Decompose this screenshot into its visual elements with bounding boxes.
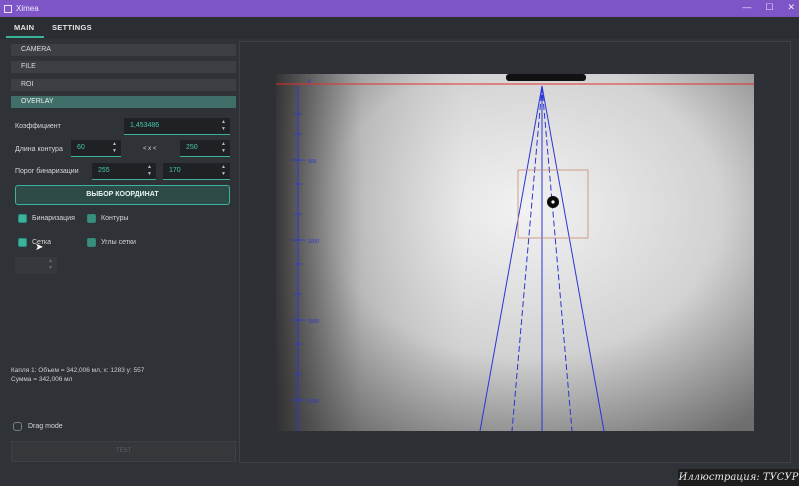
spin-arrows-icon[interactable]: ▲ ▼ (221, 164, 227, 178)
bin-max-field[interactable]: 170 ▲ ▼ (163, 163, 230, 180)
watermark: Иллюстрация: ТУСУР (678, 469, 799, 486)
section-file[interactable]: FILE (11, 61, 236, 73)
ruler-label-500: 500 (308, 159, 317, 165)
coef-value: 1,453486 (130, 122, 160, 129)
spin-arrows-icon[interactable]: ▲ ▼ (112, 141, 118, 155)
left-panel: CAMERA FILE ROI OVERLAY Коэффициент 1,45… (0, 39, 242, 469)
tab-bar: MAIN SETTINGS (0, 17, 799, 39)
mouse-cursor-icon: ➤ (35, 242, 44, 253)
spin-arrows-icon[interactable]: ▲ ▼ (221, 119, 227, 133)
image-vignette (276, 74, 754, 431)
camera-overlay-svg: 0 500 1000 1500 2000 (276, 74, 754, 431)
app-icon (4, 4, 12, 13)
needle-tip (506, 74, 586, 81)
droplet-info: Капля 1: Объем = 342,006 мл, x: 1283 y: … (11, 367, 145, 374)
bin-label: Порог бинаризации (15, 168, 79, 175)
ruler-label-1500: 1500 (308, 319, 319, 325)
contours-checkbox[interactable] (87, 214, 96, 223)
binarization-label: Бинаризация (32, 215, 75, 222)
grid-checkbox[interactable] (18, 238, 27, 247)
grid-corners-checkbox[interactable] (87, 238, 96, 247)
contours-label: Контуры (101, 215, 129, 222)
droplet-highlight (551, 200, 555, 204)
contour-min-value: 60 (77, 144, 85, 151)
ruler-label-0: 0 (308, 79, 311, 85)
close-icon[interactable]: ✕ (787, 2, 795, 13)
select-coords-button[interactable]: ВЫБОР КООРДИНАТ (15, 185, 230, 205)
tab-settings[interactable]: SETTINGS (52, 23, 92, 32)
window-controls: — ☐ ✕ (742, 2, 795, 13)
bin-min-value: 255 (98, 167, 110, 174)
drag-mode-checkbox[interactable] (13, 422, 22, 431)
binarization-checkbox[interactable] (18, 214, 27, 223)
spin-arrows-icon: ▲ ▼ (48, 258, 53, 271)
disabled-spinbox: ▲ ▼ (15, 257, 57, 274)
maximize-icon[interactable]: ☐ (765, 2, 773, 13)
tab-main[interactable]: MAIN (14, 23, 34, 32)
window-title: Ximea (16, 4, 39, 13)
coef-field[interactable]: 1,453486 ▲ ▼ (124, 118, 230, 135)
contour-min-field[interactable]: 60 ▲ ▼ (71, 140, 121, 157)
contour-label: Длина контура (15, 146, 63, 153)
coef-label: Коэффициент (15, 123, 61, 130)
bin-min-field[interactable]: 255 ▲ ▼ (92, 163, 156, 180)
test-button: TEST (11, 441, 236, 462)
bin-max-value: 170 (169, 167, 181, 174)
minimize-icon[interactable]: — (742, 2, 751, 13)
contour-max-value: 250 (186, 144, 198, 151)
section-overlay[interactable]: OVERLAY (11, 96, 236, 108)
ruler-label-2000: 2000 (308, 399, 319, 405)
sum-info: Сумма = 342,006 мл (11, 376, 73, 383)
contour-max-field[interactable]: 250 ▲ ▼ (180, 140, 230, 157)
grid-corners-label: Углы сетки (101, 239, 136, 246)
section-roi[interactable]: ROI (11, 79, 236, 91)
drag-mode-label: Drag mode (28, 423, 63, 430)
title-bar: Ximea — ☐ ✕ (0, 0, 799, 17)
active-tab-indicator (6, 36, 44, 38)
ruler-label-1000: 1000 (308, 239, 319, 245)
contour-separator: < x < (143, 146, 157, 152)
spin-arrows-icon[interactable]: ▲ ▼ (221, 141, 227, 155)
section-camera[interactable]: CAMERA (11, 44, 236, 56)
spin-arrows-icon[interactable]: ▲ ▼ (147, 164, 153, 178)
camera-image[interactable]: 0 500 1000 1500 2000 (276, 74, 754, 431)
